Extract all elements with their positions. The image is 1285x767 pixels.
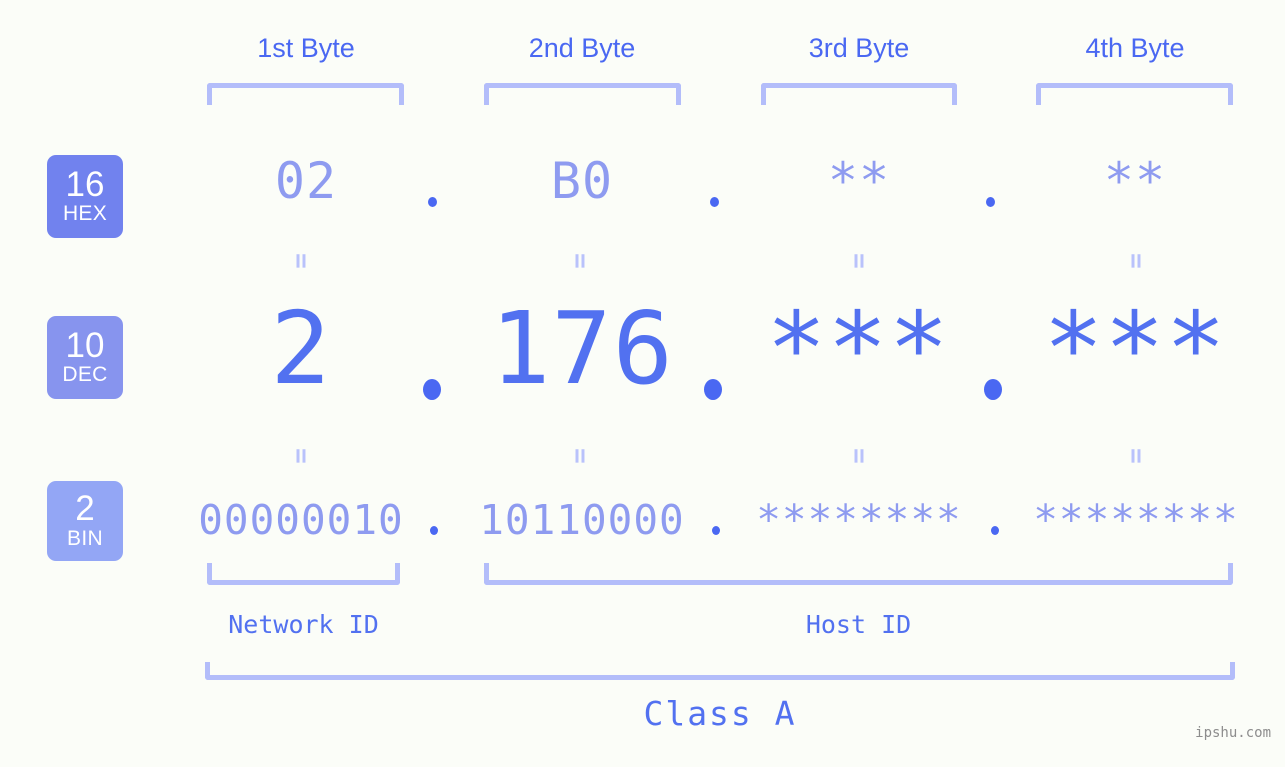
base-badge-hex-label: HEX xyxy=(62,202,108,226)
hex-byte-3: ** xyxy=(827,152,891,210)
hex-byte-1: 02 xyxy=(274,152,338,210)
bin-separator-3 xyxy=(991,526,999,535)
hex-separator-2 xyxy=(710,197,719,207)
network-id-label: Network ID xyxy=(228,610,379,639)
dec-byte-2: 176 xyxy=(490,290,674,407)
class-bracket xyxy=(205,662,1235,680)
equals-mark-hex-dec-3: = xyxy=(844,253,874,269)
equals-mark-hex-dec-2: = xyxy=(565,253,595,269)
dec-separator-3 xyxy=(984,379,1002,400)
equals-mark-dec-bin-1: = xyxy=(286,448,316,464)
class-label: Class A xyxy=(643,694,797,733)
network-id-bracket xyxy=(207,563,400,585)
dec-separator-1 xyxy=(423,379,441,400)
dec-byte-3: *** xyxy=(766,290,950,407)
bin-byte-1: 00000010 xyxy=(198,496,404,544)
base-badge-dec: 10 DEC xyxy=(47,316,123,399)
base-badge-dec-number: 10 xyxy=(65,325,105,365)
hex-separator-1 xyxy=(428,197,437,207)
bin-separator-1 xyxy=(430,526,438,535)
base-badge-bin: 2 BIN xyxy=(47,481,123,561)
host-id-bracket xyxy=(484,563,1233,585)
bin-byte-3: ******** xyxy=(756,496,962,544)
dec-byte-1: 2 xyxy=(270,290,332,407)
equals-mark-dec-bin-3: = xyxy=(844,448,874,464)
byte-bracket-2 xyxy=(484,83,681,105)
byte-header-1: 1st Byte xyxy=(257,33,355,63)
bin-byte-4: ******** xyxy=(1033,496,1239,544)
ip-address-breakdown-diagram: 1st Byte 2nd Byte 3rd Byte 4th Byte 16 H… xyxy=(0,0,1285,767)
base-badge-bin-label: BIN xyxy=(67,526,103,550)
byte-bracket-3 xyxy=(761,83,957,105)
byte-header-3: 3rd Byte xyxy=(808,33,910,63)
dec-separator-2 xyxy=(704,379,722,400)
base-badge-dec-label: DEC xyxy=(62,363,108,387)
dec-byte-4: *** xyxy=(1043,290,1227,407)
hex-byte-4: ** xyxy=(1103,152,1167,210)
base-badge-bin-number: 2 xyxy=(75,489,95,529)
equals-mark-dec-bin-2: = xyxy=(565,448,595,464)
watermark: ipshu.com xyxy=(1195,725,1271,741)
equals-mark-hex-dec-4: = xyxy=(1121,253,1151,269)
byte-bracket-4 xyxy=(1036,83,1233,105)
base-badge-hex-number: 16 xyxy=(65,164,105,204)
equals-mark-dec-bin-4: = xyxy=(1121,448,1151,464)
hex-byte-2: B0 xyxy=(550,152,614,210)
byte-bracket-1 xyxy=(207,83,404,105)
byte-header-4: 4th Byte xyxy=(1085,33,1185,63)
hex-separator-3 xyxy=(986,197,995,207)
bin-byte-2: 10110000 xyxy=(479,496,685,544)
bin-separator-2 xyxy=(712,526,720,535)
byte-header-2: 2nd Byte xyxy=(528,33,636,63)
base-badge-hex: 16 HEX xyxy=(47,155,123,238)
equals-mark-hex-dec-1: = xyxy=(286,253,316,269)
host-id-label: Host ID xyxy=(805,610,912,639)
